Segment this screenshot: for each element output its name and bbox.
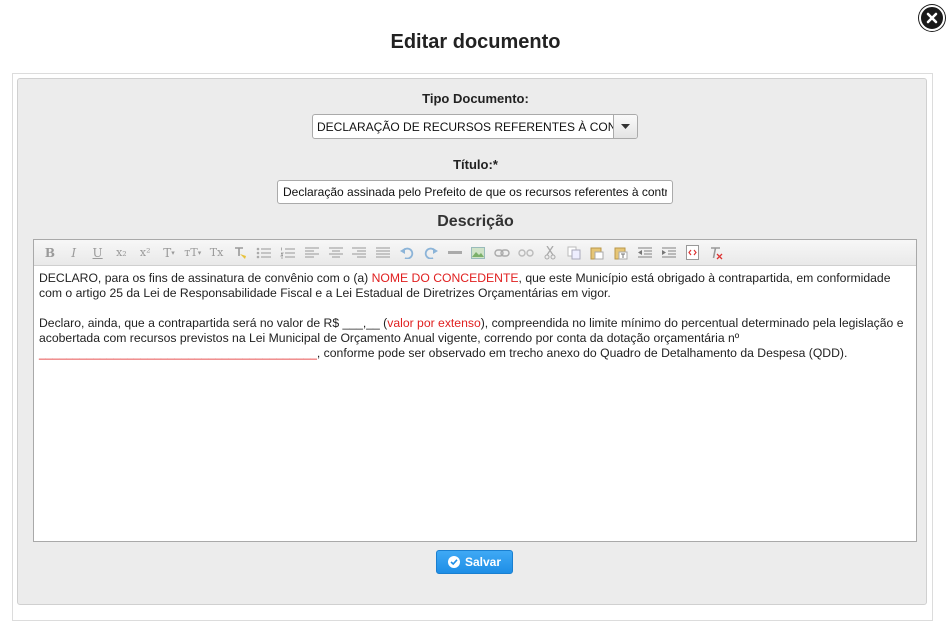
undo-icon[interactable] xyxy=(396,243,418,263)
justify-icon[interactable] xyxy=(372,243,394,263)
cut-icon[interactable] xyxy=(539,243,561,263)
align-left-icon[interactable] xyxy=(301,243,323,263)
underline-icon[interactable]: U xyxy=(87,243,109,263)
titulo-input[interactable] xyxy=(277,180,673,204)
close-icon xyxy=(926,12,938,24)
chevron-down-icon[interactable] xyxy=(613,115,637,138)
indent-icon[interactable] xyxy=(658,243,680,263)
align-center-icon[interactable] xyxy=(325,243,347,263)
numbered-list-icon[interactable] xyxy=(277,243,299,263)
subscript-icon[interactable]: x₂ xyxy=(110,243,132,263)
image-icon[interactable] xyxy=(467,243,489,263)
bulleted-list-icon[interactable] xyxy=(253,243,275,263)
font-icon[interactable]: T ▾ xyxy=(158,243,180,263)
align-right-icon[interactable] xyxy=(348,243,370,263)
descricao-label: Descrição xyxy=(437,213,514,230)
close-button[interactable] xyxy=(919,5,945,31)
outdent-icon[interactable] xyxy=(634,243,656,263)
tipo-documento-value: DECLARAÇÃO DE RECURSOS REFERENTES À CONT… xyxy=(317,120,615,134)
redo-icon[interactable] xyxy=(420,243,442,263)
bold-icon[interactable]: B xyxy=(39,243,61,263)
paragraph-2: Declaro, ainda, que a contrapartida será… xyxy=(39,316,904,360)
save-button-label: Salvar xyxy=(464,555,502,569)
remove-format-icon[interactable]: Tx xyxy=(206,243,228,263)
horizontal-rule-icon[interactable] xyxy=(444,243,466,263)
titulo-label: Título:* xyxy=(453,157,498,172)
paste-format-icon[interactable] xyxy=(229,243,251,263)
editor-content[interactable]: DECLARO, para os fins de assinatura de c… xyxy=(39,271,911,376)
tipo-documento-label: Tipo Documento: xyxy=(422,91,529,106)
editor-toolbar: B I U x₂ x² T ▾ тT ▾ Tx xyxy=(34,240,916,266)
tipo-documento-select[interactable]: DECLARAÇÃO DE RECURSOS REFERENTES À CONT… xyxy=(312,114,638,139)
dialog-title: Editar documento xyxy=(390,31,561,53)
unlink-icon[interactable] xyxy=(515,243,537,263)
paste-icon[interactable] xyxy=(586,243,608,263)
paragraph-1: DECLARO, para os fins de assinatura de c… xyxy=(39,271,891,300)
italic-icon[interactable]: I xyxy=(63,243,85,263)
clear-format-icon[interactable] xyxy=(705,243,727,263)
paste-text-icon[interactable] xyxy=(610,243,632,263)
superscript-icon[interactable]: x² xyxy=(134,243,156,263)
check-icon xyxy=(447,556,460,568)
font-size-icon[interactable]: тT ▾ xyxy=(182,243,204,263)
copy-icon[interactable] xyxy=(563,243,585,263)
link-icon[interactable] xyxy=(491,243,513,263)
rich-text-editor[interactable]: B I U x₂ x² T ▾ тT ▾ Tx DECLARO, para os… xyxy=(33,239,917,542)
save-button[interactable]: Salvar xyxy=(436,550,513,574)
source-code-icon[interactable] xyxy=(682,243,704,263)
